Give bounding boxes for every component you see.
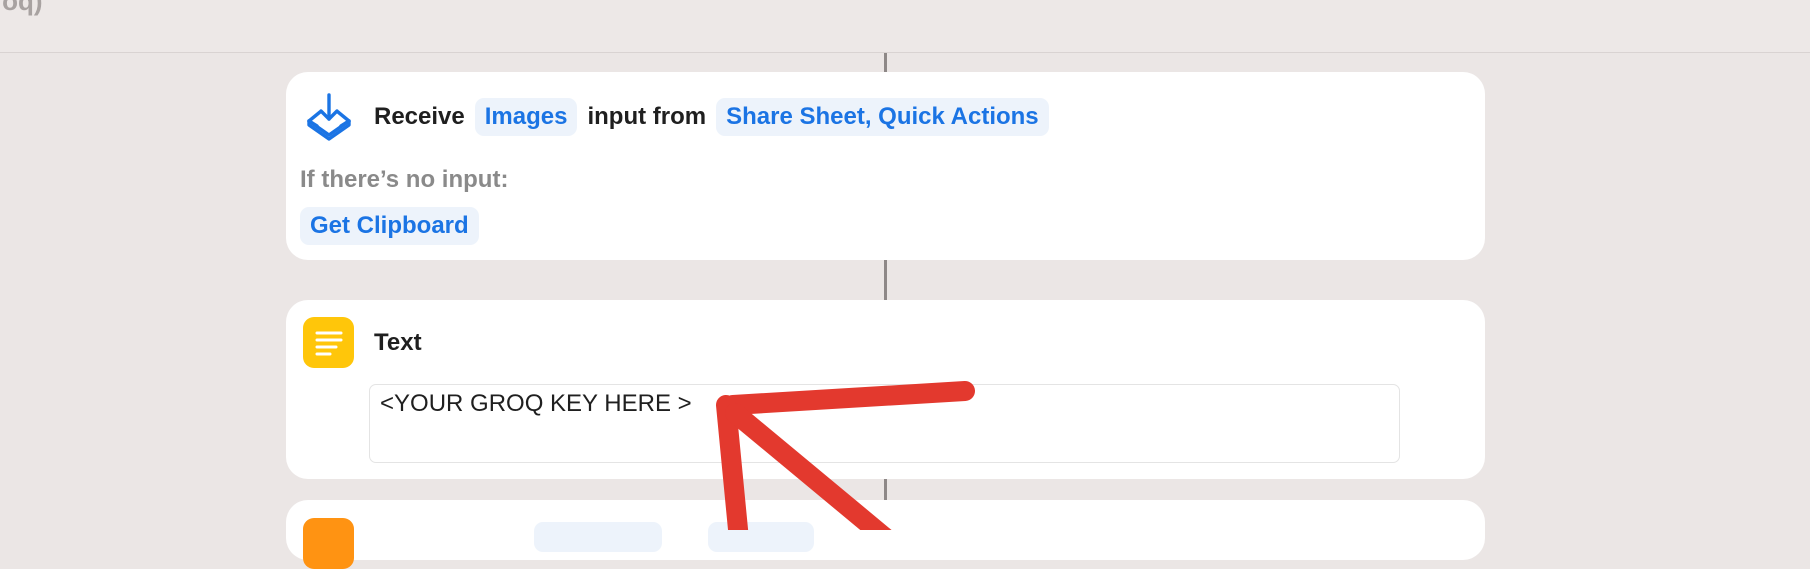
window-header: roq)	[0, 0, 1810, 53]
next-action-token[interactable]	[708, 522, 814, 552]
get-clipboard-token[interactable]: Get Clipboard	[300, 207, 479, 245]
flow-connector	[884, 479, 887, 500]
input-sources-token[interactable]: Share Sheet, Quick Actions	[716, 97, 1049, 136]
shortcut-title: roq)	[0, 0, 43, 16]
next-action[interactable]	[286, 500, 1485, 569]
no-input-heading: If there’s no input:	[300, 166, 509, 193]
text-action[interactable]: Text <YOUR GROQ KEY HERE >	[286, 300, 1485, 479]
input-type-token[interactable]: Images	[474, 97, 578, 136]
receive-tray-icon	[303, 91, 354, 142]
text-lines-icon	[303, 317, 354, 368]
receive-input-action[interactable]: Receive Images input from Share Sheet, Q…	[286, 72, 1485, 260]
flow-connector	[884, 53, 887, 73]
flow-connector	[884, 260, 887, 300]
receive-label: Receive	[374, 102, 465, 130]
next-action-token[interactable]	[534, 522, 662, 552]
next-action-icon	[303, 518, 354, 569]
input-from-label: input from	[587, 102, 707, 130]
text-action-header: Text	[303, 317, 432, 368]
text-action-title: Text	[374, 328, 422, 356]
text-value-field[interactable]: <YOUR GROQ KEY HERE >	[369, 384, 1400, 463]
receive-action-header: Receive Images input from Share Sheet, Q…	[303, 91, 1059, 142]
